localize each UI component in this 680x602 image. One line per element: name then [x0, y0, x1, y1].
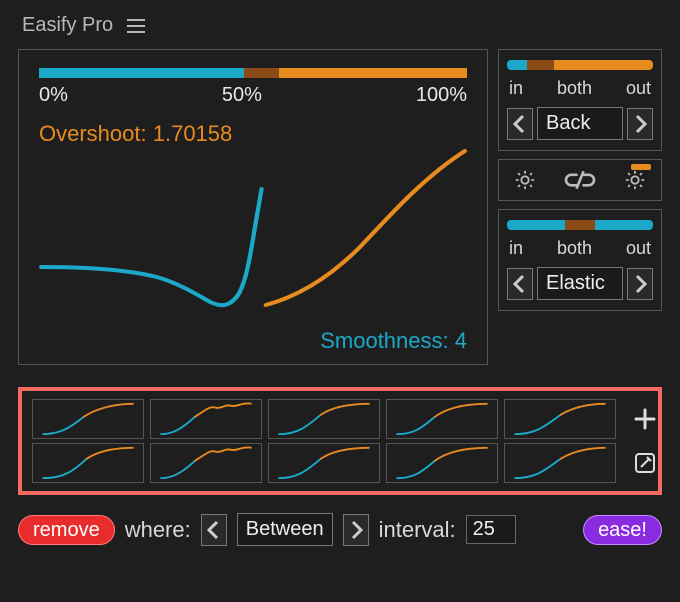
- preset-cell[interactable]: [32, 443, 144, 483]
- preset-cell[interactable]: [268, 443, 380, 483]
- gear-icon[interactable]: [511, 166, 539, 194]
- chevron-right-icon[interactable]: [627, 108, 653, 140]
- label-in-b: in: [509, 238, 523, 259]
- where-value[interactable]: Between: [237, 513, 333, 546]
- interval-input[interactable]: [466, 515, 516, 544]
- label-in: in: [509, 78, 523, 99]
- preset-cell[interactable]: [268, 399, 380, 439]
- chevron-right-icon[interactable]: [343, 514, 369, 546]
- edit-icon[interactable]: [630, 448, 660, 478]
- link-tools-row: [498, 159, 662, 201]
- hamburger-icon[interactable]: [127, 19, 145, 33]
- app-title: Easify Pro: [22, 14, 113, 37]
- mini-slider-top[interactable]: [507, 60, 653, 70]
- ease-type-top[interactable]: Back: [537, 107, 623, 140]
- link-break-icon[interactable]: [557, 166, 603, 194]
- preset-cell[interactable]: [386, 399, 498, 439]
- preset-cell[interactable]: [32, 399, 144, 439]
- overshoot-readout[interactable]: Overshoot: 1.70158: [39, 121, 467, 147]
- percent-slider[interactable]: [39, 68, 467, 78]
- label-out: out: [626, 78, 651, 99]
- where-label: where:: [125, 517, 191, 543]
- bottom-bar: remove where: Between interval: ease!: [18, 513, 662, 546]
- curve-plot: [39, 147, 467, 317]
- presets-grid: [32, 399, 616, 483]
- ease-type-bottom[interactable]: Elastic: [537, 267, 623, 300]
- chevron-right-icon[interactable]: [627, 268, 653, 300]
- label-out-b: out: [626, 238, 651, 259]
- preset-cell[interactable]: [150, 443, 262, 483]
- preset-cell[interactable]: [386, 443, 498, 483]
- percent-label-100: 100%: [416, 84, 467, 107]
- label-both: both: [557, 78, 592, 99]
- interval-label: interval:: [379, 517, 456, 543]
- percent-label-50: 50%: [222, 84, 262, 107]
- remove-button[interactable]: remove: [18, 515, 115, 545]
- smoothness-readout[interactable]: Smoothness: 4: [320, 328, 467, 354]
- presets-strip: [18, 387, 662, 495]
- preset-cell[interactable]: [150, 399, 262, 439]
- mini-slider-bottom[interactable]: [507, 220, 653, 230]
- preset-cell[interactable]: [504, 443, 616, 483]
- ease-config-in-panel: in both out Elastic: [498, 209, 662, 311]
- plus-icon[interactable]: [630, 404, 660, 434]
- ease-config-out-panel: in both out Back: [498, 49, 662, 151]
- chevron-left-icon[interactable]: [201, 514, 227, 546]
- chevron-left-icon[interactable]: [507, 108, 533, 140]
- percent-label-0: 0%: [39, 84, 68, 107]
- gear-icon-alt[interactable]: [621, 166, 649, 194]
- ease-button[interactable]: ease!: [583, 515, 662, 545]
- label-both-b: both: [557, 238, 592, 259]
- chevron-left-icon[interactable]: [507, 268, 533, 300]
- preset-cell[interactable]: [504, 399, 616, 439]
- curve-panel: 0% 50% 100% Overshoot: 1.70158 Smoothnes…: [18, 49, 488, 365]
